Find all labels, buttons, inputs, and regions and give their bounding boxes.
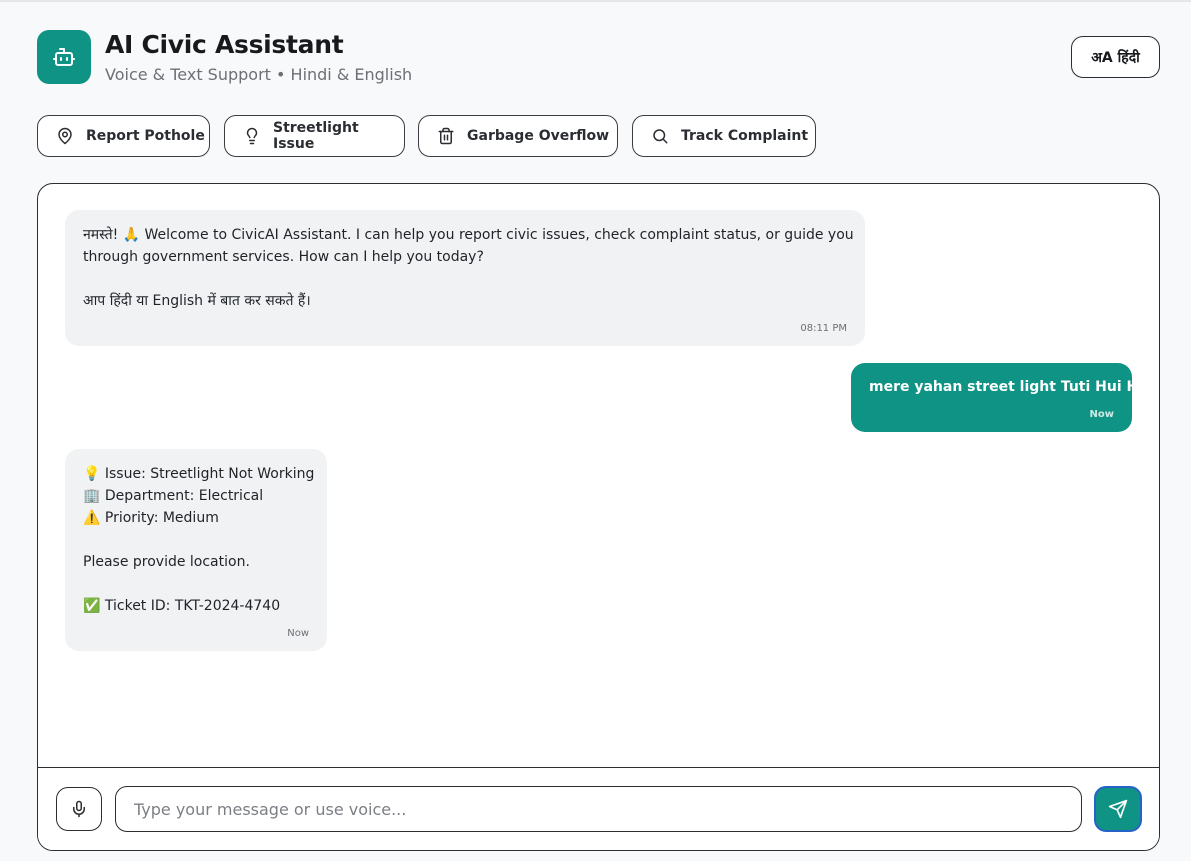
- message-line: ⚠️ Priority: Medium: [83, 510, 219, 526]
- bot-message: नमस्ते! 🙏 Welcome to CivicAI Assistant. …: [65, 210, 865, 346]
- robot-icon: [53, 48, 75, 66]
- lightbulb-icon: [243, 127, 261, 145]
- app-title: AI Civic Assistant: [105, 30, 344, 59]
- bot-message: 💡 Issue: Streetlight Not Working 🏢 Depar…: [65, 449, 327, 651]
- voice-input-button[interactable]: [56, 787, 102, 831]
- message-composer: [38, 767, 1159, 850]
- message-line: आप हिंदी या English में बात कर सकते हैं।: [83, 293, 311, 309]
- message-spacer: [83, 268, 847, 290]
- message-line: 🏢 Department: Electrical: [83, 488, 264, 504]
- trash-icon: [437, 127, 455, 145]
- map-pin-icon: [56, 127, 74, 145]
- message-timestamp: Now: [1089, 409, 1114, 420]
- message-line: 💡 Issue: Streetlight Not Working: [83, 466, 315, 482]
- report-pothole-button[interactable]: Report Pothole: [37, 115, 210, 157]
- app-logo: [37, 30, 91, 84]
- chat-panel: नमस्ते! 🙏 Welcome to CivicAI Assistant. …: [37, 183, 1160, 851]
- message-line: through government services. How can I h…: [83, 249, 484, 265]
- language-toggle-button[interactable]: अA हिंदी: [1071, 36, 1160, 78]
- microphone-icon: [73, 800, 85, 818]
- message-line: Please provide location.: [83, 554, 250, 570]
- message-line: नमस्ते! 🙏 Welcome to CivicAI Assistant. …: [83, 227, 854, 243]
- report-pothole-label: Report Pothole: [86, 128, 205, 144]
- streetlight-issue-button[interactable]: Streetlight Issue: [224, 115, 405, 157]
- track-complaint-button[interactable]: Track Complaint: [632, 115, 816, 157]
- search-icon: [651, 127, 669, 145]
- app-subtitle: Voice & Text Support • Hindi & English: [105, 65, 413, 84]
- user-message: mere yahan street light Tuti Hui Hai Now: [851, 363, 1153, 432]
- message-input[interactable]: [115, 786, 1082, 832]
- message-line: mere yahan street light Tuti Hui Hai: [869, 379, 1153, 395]
- send-button[interactable]: [1094, 786, 1142, 832]
- garbage-overflow-label: Garbage Overflow: [467, 128, 610, 144]
- garbage-overflow-button[interactable]: Garbage Overflow: [418, 115, 618, 157]
- streetlight-issue-label: Streetlight Issue: [273, 120, 359, 152]
- message-timestamp: Now: [287, 628, 309, 639]
- message-spacer: [83, 573, 309, 595]
- app-header: AI Civic Assistant Voice & Text Support …: [37, 30, 1160, 86]
- message-timestamp: 08:11 PM: [800, 323, 847, 334]
- message-spacer: [83, 529, 309, 551]
- message-line: ✅ Ticket ID: TKT-2024-4740: [83, 598, 281, 614]
- send-icon: [1108, 799, 1128, 819]
- top-divider: [0, 0, 1191, 2]
- track-complaint-label: Track Complaint: [681, 128, 809, 144]
